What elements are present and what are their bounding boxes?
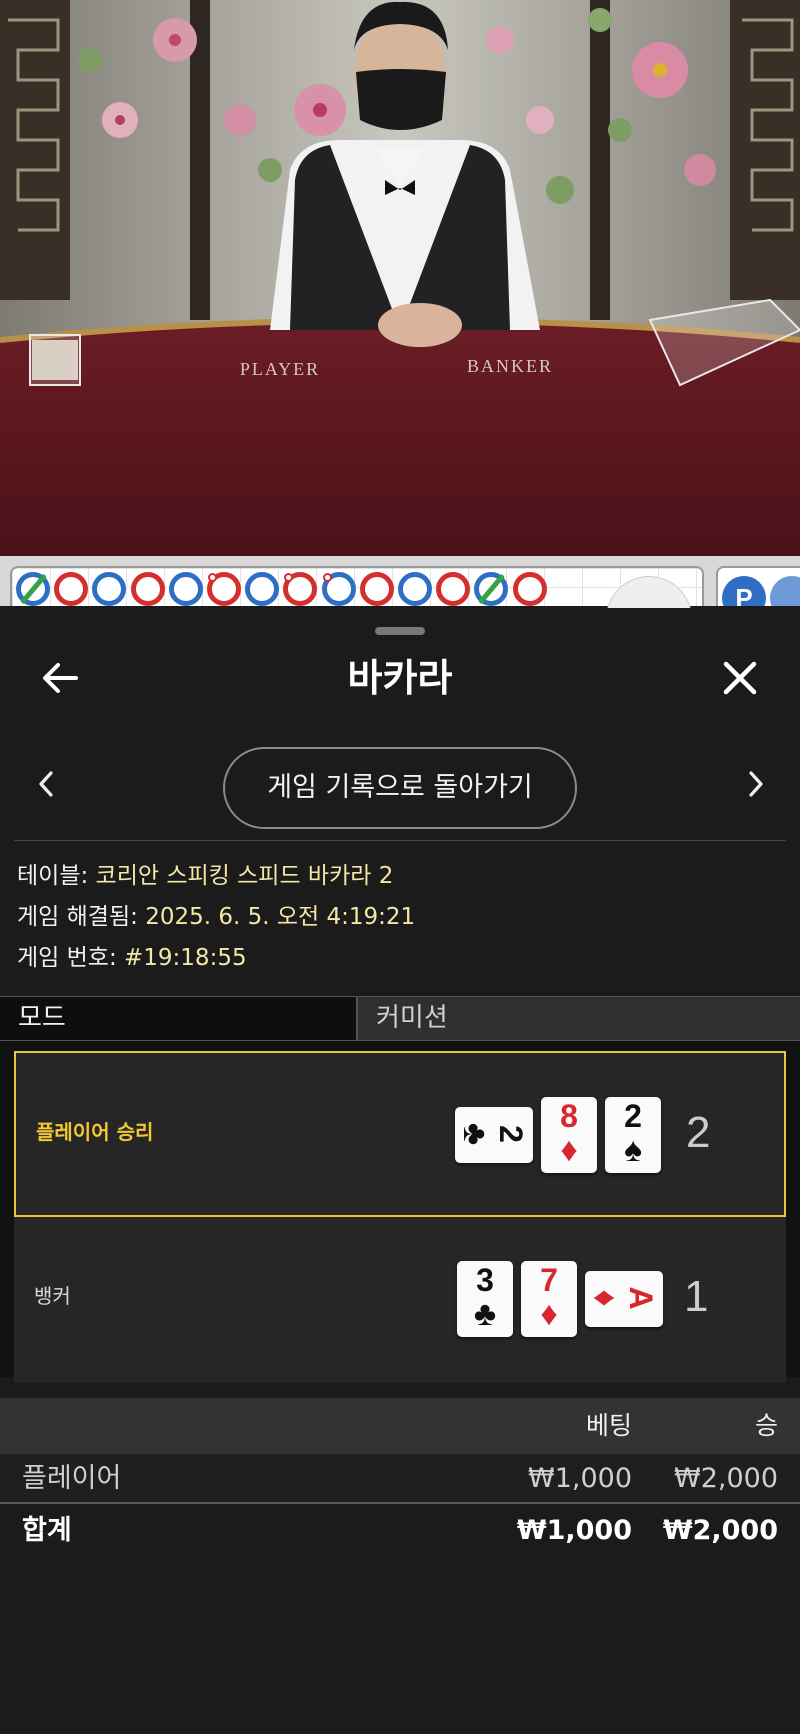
player-bead (245, 572, 280, 606)
game-number-info: 게임 번호: #19:18:55 (17, 943, 247, 973)
total-row: 합계 ₩1,000 ₩2,000 (0, 1506, 800, 1556)
banker-hand-row: 뱅커 3 ♣ 7 ♦ A ♦ 1 (14, 1217, 786, 1383)
banker-bead (436, 572, 471, 606)
live-video-stream: PLAYER BANKER (0, 0, 800, 556)
table-info: 테이블: 코리안 스피킹 스피드 바카라 2 (17, 861, 393, 891)
previous-game-button[interactable] (28, 766, 64, 802)
tab-mode[interactable]: 모드 (0, 996, 356, 1041)
total-win-amount: ₩2,000 (662, 1515, 778, 1546)
banker-bead (207, 572, 241, 606)
tab-commission[interactable]: 커미션 (356, 996, 800, 1041)
bet-name: 플레이어 (22, 1463, 122, 1494)
close-icon (723, 661, 757, 695)
scoreboard-strip: P (0, 556, 800, 662)
chevron-right-icon (749, 771, 763, 797)
hand-results: 플레이어 승리 2 ♣ 8 ♦ 2 ♠ 2 뱅커 3 ♣ 7 ♦ A ♦ 1 (0, 1041, 800, 1383)
player-felt-label: PLAYER (240, 359, 320, 379)
page-title: 바카라 (347, 656, 453, 700)
total-bet-amount: ₩1,000 (516, 1515, 632, 1546)
resolved-info-value: 2025. 6. 5. 오전 4:19:21 (145, 904, 416, 930)
player-prediction-icon[interactable]: P (722, 576, 766, 606)
dealer-video-frame: PLAYER BANKER (0, 0, 800, 556)
bets-table-header: 베팅 승 (0, 1398, 800, 1454)
resolved-info-label: 게임 해결됨: (17, 904, 138, 930)
bet-column-header: 베팅 (585, 1411, 632, 1440)
player-bead (168, 572, 203, 606)
card-rank: 2 (624, 1098, 642, 1134)
banker-bead (283, 572, 318, 606)
close-button[interactable] (716, 654, 764, 702)
pair-marker (208, 573, 217, 582)
game-number-value: #19:18:55 (124, 945, 247, 971)
banker-card: A ♦ (585, 1271, 663, 1327)
banker-bead (54, 572, 89, 606)
player-card: 2 ♠ (605, 1097, 661, 1173)
bead-road[interactable] (10, 566, 704, 606)
card-rank: 8 (560, 1098, 578, 1134)
player-hand-label: 플레이어 승리 (36, 1120, 154, 1144)
banker-felt-label: BANKER (467, 356, 553, 376)
back-to-history-button[interactable]: 게임 기록으로 돌아가기 (223, 747, 577, 829)
banker-prediction-icon[interactable] (770, 576, 800, 606)
player-card: 8 ♦ (541, 1097, 597, 1173)
table-row: 플레이어 ₩1,000 ₩2,000 (0, 1454, 800, 1504)
drag-handle[interactable] (375, 627, 425, 635)
card-suit-icon: ♣ (456, 1122, 494, 1146)
table-info-value: 코리안 스피킹 스피드 바카라 2 (95, 863, 394, 889)
resolved-info: 게임 해결됨: 2025. 6. 5. 오전 4:19:21 (17, 902, 415, 932)
table-info-label: 테이블: (17, 863, 89, 889)
game-details-sheet: 바카라 게임 기록으로 돌아가기 테이블: 코리안 스피킹 스피드 바카라 2 … (0, 608, 800, 1734)
tie-marker (20, 573, 47, 605)
card-rank: 2 (493, 1125, 529, 1143)
player-bead (398, 572, 432, 606)
card-suit-icon: ♠ (623, 1131, 643, 1169)
card-rank: 7 (540, 1262, 558, 1298)
next-game-button[interactable] (738, 766, 774, 802)
bet-amount: ₩1,000 (528, 1463, 632, 1494)
player-bead (92, 572, 127, 606)
banker-hand-label: 뱅커 (34, 1284, 71, 1308)
win-column-header: 승 (754, 1411, 778, 1440)
pair-marker (284, 573, 294, 582)
player-bead (474, 572, 509, 606)
player-card: 2 ♣ (455, 1107, 533, 1163)
banker-bead (512, 572, 547, 606)
card-suit-icon: ♣ (473, 1295, 497, 1333)
player-hand-row: 플레이어 승리 2 ♣ 8 ♦ 2 ♠ 2 (14, 1051, 786, 1217)
card-rank: 3 (476, 1262, 494, 1298)
card-suit-icon: ♦ (540, 1295, 558, 1333)
bets-table: 베팅 승 플레이어 ₩1,000 ₩2,000 합계 ₩1,000 ₩2,000 (0, 1398, 800, 1573)
banker-card: 7 ♦ (521, 1261, 577, 1337)
banker-bead (359, 572, 394, 606)
tie-marker (478, 573, 506, 605)
player-bead (321, 572, 356, 606)
game-number-label: 게임 번호: (17, 945, 117, 971)
divider (14, 840, 786, 841)
banker-bead (130, 572, 165, 606)
player-score: 2 (686, 1108, 711, 1157)
banker-card: 3 ♣ (457, 1261, 513, 1337)
chevron-left-icon (39, 771, 53, 797)
road-prediction-panel[interactable]: P (716, 566, 800, 606)
card-suit-icon: ♦ (586, 1289, 624, 1307)
pair-marker (322, 573, 332, 582)
total-label: 합계 (22, 1515, 72, 1546)
card-rank: A (623, 1286, 659, 1310)
player-bead (16, 572, 50, 606)
banker-score: 1 (684, 1272, 709, 1321)
win-amount: ₩2,000 (674, 1463, 778, 1494)
card-suit-icon: ♦ (560, 1131, 578, 1169)
